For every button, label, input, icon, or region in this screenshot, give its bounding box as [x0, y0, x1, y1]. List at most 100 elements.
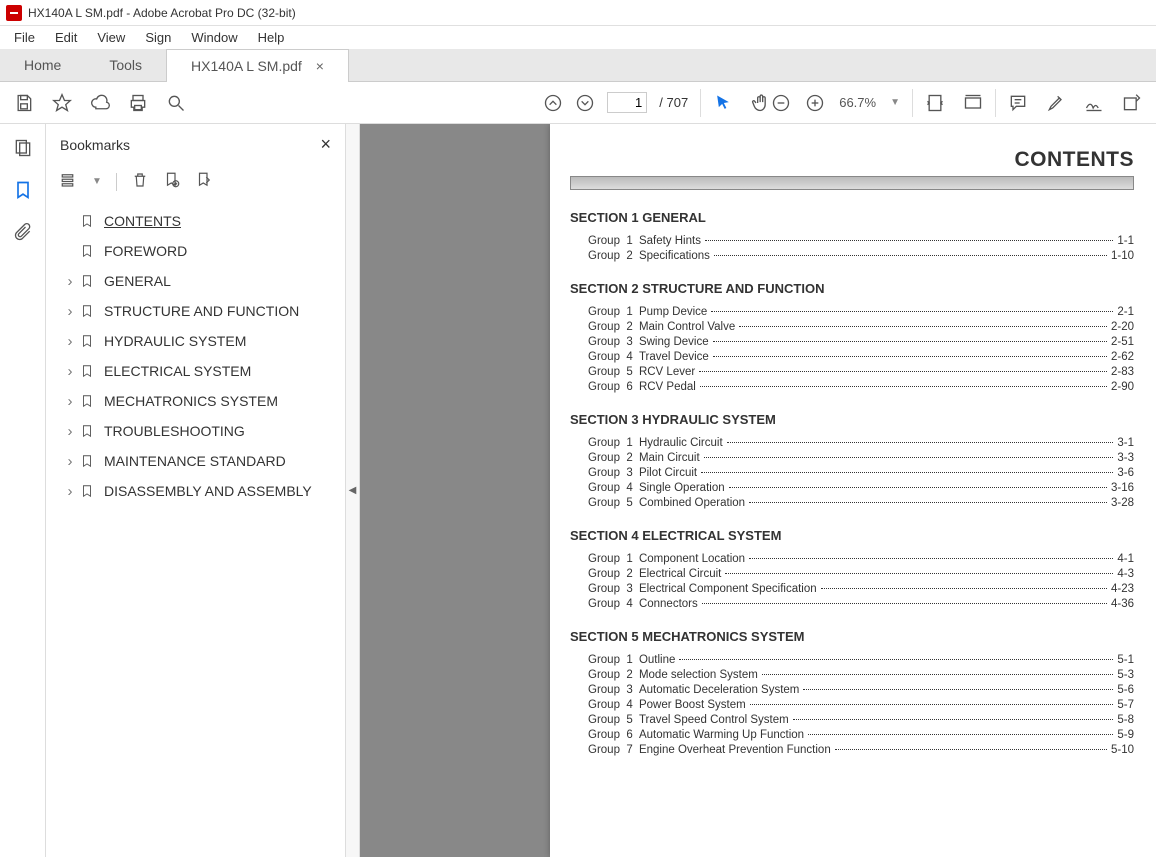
fit-page-icon[interactable] [963, 93, 983, 113]
bookmark-label: MAINTENANCE STANDARD [104, 453, 286, 469]
bookmark-expand-icon[interactable]: › [62, 303, 78, 320]
bookmark-item[interactable]: ›MECHATRONICS SYSTEM [54, 386, 345, 416]
toc-group-number: Group 4 [588, 699, 633, 711]
search-icon[interactable] [166, 93, 186, 113]
toc-group-page: 4-23 [1111, 583, 1134, 595]
bookmark-expand-icon[interactable]: › [62, 333, 78, 350]
menu-file[interactable]: File [4, 26, 45, 49]
comment-icon[interactable] [1008, 93, 1028, 113]
sign-icon[interactable] [1084, 93, 1104, 113]
menu-help[interactable]: Help [248, 26, 295, 49]
toc-group-page: 3-16 [1111, 482, 1134, 494]
toc-group-number: Group 5 [588, 497, 633, 509]
tab-close-button[interactable]: × [316, 58, 324, 74]
page-up-icon[interactable] [543, 93, 563, 113]
toc-group-row: Group 3 Automatic Deceleration System5-6 [570, 682, 1134, 697]
bookmark-item[interactable]: ›TROUBLESHOOTING [54, 416, 345, 446]
bookmark-item[interactable]: › DISASSEMBLY AND ASSEMBLY [54, 476, 345, 506]
toc-leader-dots [803, 689, 1113, 690]
zoom-out-icon[interactable] [771, 93, 791, 113]
toc-leader-dots [679, 659, 1113, 660]
toc-group-page: 4-1 [1117, 553, 1134, 565]
bookmark-expand-icon[interactable]: › [62, 483, 78, 500]
more-tools-icon[interactable] [1122, 93, 1142, 113]
page-number-input[interactable] [607, 92, 647, 113]
bookmark-item[interactable]: ›STRUCTURE AND FUNCTION [54, 296, 345, 326]
delete-bookmark-icon[interactable] [131, 171, 149, 192]
toc-group-row: Group 1 Hydraulic Circuit3-1 [570, 435, 1134, 450]
bookmark-item[interactable]: FOREWORD [54, 236, 345, 266]
bookmark-expand-icon[interactable]: › [62, 453, 78, 470]
toc-leader-dots [725, 573, 1113, 574]
bookmark-item[interactable]: ›GENERAL [54, 266, 345, 296]
toc-group-number: Group 5 [588, 366, 633, 378]
toolbar-divider [700, 89, 701, 117]
toc-group-row: Group 6 RCV Pedal2-90 [570, 379, 1134, 394]
bookmarks-panel-close-icon[interactable]: × [320, 134, 331, 155]
menu-sign[interactable]: Sign [135, 26, 181, 49]
bookmark-expand-icon[interactable]: › [62, 363, 78, 380]
toc-leader-dots [699, 371, 1107, 372]
menu-window[interactable]: Window [181, 26, 247, 49]
toc-group-number: Group 2 [588, 250, 633, 262]
bookmark-ribbon-icon [80, 332, 96, 350]
zoom-level-label[interactable]: 66.7% [839, 95, 876, 110]
sidepanel-collapse-handle[interactable]: ◀ [346, 124, 360, 857]
bookmark-expand-icon[interactable]: › [62, 423, 78, 440]
bookmark-item[interactable]: CONTENTS [54, 206, 345, 236]
bookmark-item[interactable]: ›ELECTRICAL SYSTEM [54, 356, 345, 386]
tab-document[interactable]: HX140A L SM.pdf × [166, 49, 349, 82]
bookmark-ribbon-icon [80, 422, 96, 440]
toc-group-name: Electrical Component Specification [636, 583, 817, 595]
print-icon[interactable] [128, 93, 148, 113]
toc-group-page: 5-8 [1117, 714, 1134, 726]
toc-leader-dots [808, 734, 1113, 735]
tab-tools[interactable]: Tools [85, 49, 166, 81]
toc-group-row: Group 1 Component Location4-1 [570, 551, 1134, 566]
zoom-in-icon[interactable] [805, 93, 825, 113]
fit-width-icon[interactable] [925, 93, 945, 113]
toc-leader-dots [762, 674, 1114, 675]
bookmarks-icon[interactable] [13, 180, 33, 200]
attachments-icon[interactable] [13, 222, 33, 242]
toc-group-row: Group 5 RCV Lever2-83 [570, 364, 1134, 379]
pdf-page: CONTENTS SECTION 1 GENERALGroup 1 Safety… [550, 124, 1156, 857]
toolbar: / 707 66.7% ▼ [0, 82, 1156, 124]
expand-bookmark-icon[interactable] [195, 171, 213, 192]
toc-section: SECTION 5 MECHATRONICS SYSTEMGroup 1 Out… [570, 629, 1134, 757]
toc-group-number: Group 4 [588, 482, 633, 494]
pointer-icon[interactable] [713, 93, 733, 113]
menu-view[interactable]: View [87, 26, 135, 49]
toc-group-row: Group 3 Swing Device2-51 [570, 334, 1134, 349]
bookmark-options-dropdown-icon[interactable]: ▼ [92, 176, 102, 187]
toc-leader-dots [749, 558, 1113, 559]
toc-group-number: Group 3 [588, 336, 633, 348]
tab-home[interactable]: Home [0, 49, 85, 81]
bookmark-expand-icon[interactable]: › [62, 393, 78, 410]
toc-group-page: 5-3 [1117, 669, 1134, 681]
toc-group-name: Outline [636, 654, 676, 666]
bookmark-item[interactable]: ›HYDRAULIC SYSTEM [54, 326, 345, 356]
toc-section-title: SECTION 5 MECHATRONICS SYSTEM [570, 629, 1134, 644]
save-icon[interactable] [14, 93, 34, 113]
toc-group-name: Pump Device [636, 306, 708, 318]
toc-group-number: Group 3 [588, 684, 633, 696]
toc-group-number: Group 4 [588, 351, 633, 363]
thumbnails-icon[interactable] [13, 138, 33, 158]
bookmark-item[interactable]: › MAINTENANCE STANDARD [54, 446, 345, 476]
bookmark-label: DISASSEMBLY AND ASSEMBLY [104, 483, 312, 499]
cloud-icon[interactable] [90, 93, 110, 113]
add-bookmark-icon[interactable] [163, 171, 181, 192]
zoom-dropdown-icon[interactable]: ▼ [890, 97, 900, 108]
bookmark-options-icon[interactable] [60, 171, 78, 192]
page-down-icon[interactable] [575, 93, 595, 113]
menu-edit[interactable]: Edit [45, 26, 87, 49]
star-icon[interactable] [52, 93, 72, 113]
bookmark-expand-icon[interactable]: › [62, 273, 78, 290]
page-title: CONTENTS [570, 148, 1134, 172]
hand-icon[interactable] [751, 93, 771, 113]
document-area[interactable]: CONTENTS SECTION 1 GENERALGroup 1 Safety… [360, 124, 1156, 857]
highlight-icon[interactable] [1046, 93, 1066, 113]
toc-group-row: Group 4 Single Operation3-16 [570, 480, 1134, 495]
bookmark-ribbon-icon [80, 212, 96, 230]
